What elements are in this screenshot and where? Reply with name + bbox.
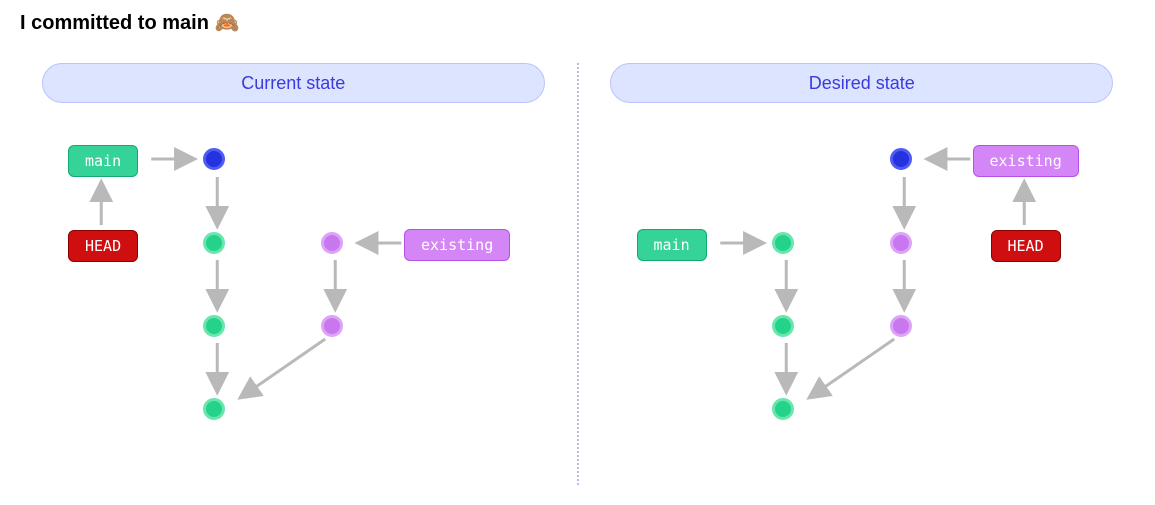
commit-green2-left	[203, 315, 225, 337]
left-pane: Current state	[20, 63, 567, 485]
right-pane: Desired state	[589, 63, 1136, 485]
divider	[577, 63, 579, 485]
commit-green3-right	[772, 398, 794, 420]
right-state-header: Desired state	[610, 63, 1113, 103]
right-graph-svg	[589, 125, 1136, 485]
commit-purple1-left	[321, 232, 343, 254]
arrow-purple-merge	[241, 339, 325, 397]
diagram-panes: Current state	[20, 63, 1135, 485]
commit-purple2-right	[890, 315, 912, 337]
arrow-purple-merge-r	[810, 339, 894, 397]
commit-green3-left	[203, 398, 225, 420]
commit-purple2-left	[321, 315, 343, 337]
commit-blue-right	[890, 148, 912, 170]
commit-green1-left	[203, 232, 225, 254]
commit-purple1-right	[890, 232, 912, 254]
right-graph: existing HEAD main	[589, 125, 1136, 485]
label-existing-right: existing	[973, 145, 1079, 177]
label-main-left: main	[68, 145, 138, 177]
label-head-left: HEAD	[68, 230, 138, 262]
left-graph-svg	[20, 125, 567, 485]
left-graph: main HEAD existing	[20, 125, 567, 485]
left-state-header: Current state	[42, 63, 545, 103]
page-title: I committed to main 🙈	[20, 10, 1135, 35]
label-existing-left: existing	[404, 229, 510, 261]
commit-green1-right	[772, 232, 794, 254]
commit-blue-left	[203, 148, 225, 170]
label-head-right: HEAD	[991, 230, 1061, 262]
commit-green2-right	[772, 315, 794, 337]
label-main-right: main	[637, 229, 707, 261]
